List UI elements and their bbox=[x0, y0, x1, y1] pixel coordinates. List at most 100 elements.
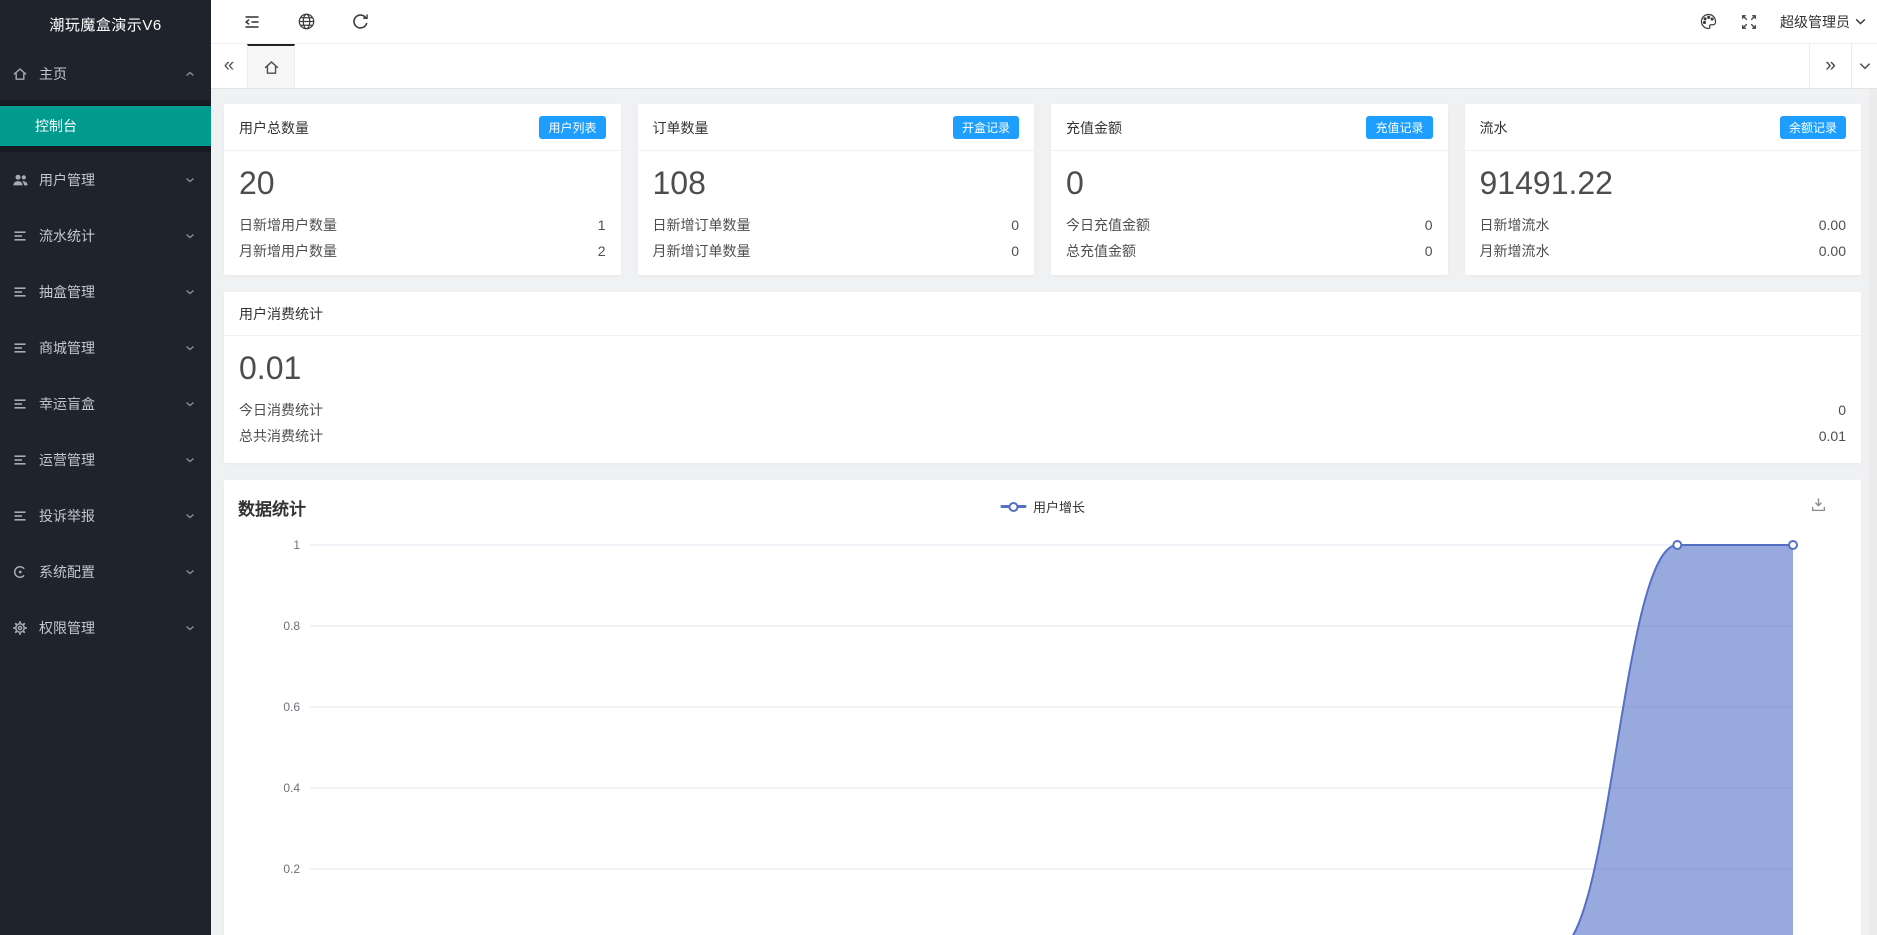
chevron-down-icon bbox=[184, 510, 196, 522]
stat-label: 日新增流水 bbox=[1480, 212, 1550, 238]
chevron-down-icon bbox=[184, 454, 196, 466]
stat-label: 日新增订单数量 bbox=[653, 212, 751, 238]
sidebar-item-permissions[interactable]: 权限管理 bbox=[0, 600, 211, 656]
chevron-down-icon bbox=[184, 230, 196, 242]
chevron-down-icon bbox=[184, 566, 196, 578]
chevron-down-icon bbox=[184, 398, 196, 410]
card-value: 20 bbox=[239, 165, 606, 202]
card-value: 0 bbox=[1066, 165, 1433, 202]
stat-value: 2 bbox=[598, 238, 606, 264]
stat-label: 月新增订单数量 bbox=[653, 238, 751, 264]
card-value: 108 bbox=[653, 165, 1020, 202]
sidebar-item-label: 用户管理 bbox=[39, 170, 184, 190]
sidebar-item-lucky-box[interactable]: 幸运盲盒 bbox=[0, 376, 211, 432]
stat-card-users: 用户总数量 用户列表 20 日新增用户数量 1 月新增用户数量 2 bbox=[224, 104, 621, 275]
home-icon bbox=[263, 59, 280, 76]
tab-home[interactable] bbox=[247, 44, 295, 88]
stat-value: 0 bbox=[1425, 212, 1433, 238]
tab-controls: » bbox=[1809, 44, 1877, 88]
stat-value: 0.01 bbox=[1819, 423, 1846, 449]
stat-cards-row: 用户总数量 用户列表 20 日新增用户数量 1 月新增用户数量 2 订单数量 开… bbox=[224, 104, 1861, 275]
download-icon[interactable] bbox=[1810, 496, 1827, 513]
stat-card-orders: 订单数量 开盒记录 108 日新增订单数量 0 月新增订单数量 0 bbox=[638, 104, 1035, 275]
stat-row: 日新增订单数量 0 bbox=[653, 212, 1020, 238]
sidebar-item-operations[interactable]: 运营管理 bbox=[0, 432, 211, 488]
chevron-down-icon bbox=[184, 342, 196, 354]
stat-value: 0 bbox=[1011, 238, 1019, 264]
sidebar-item-flow-stats[interactable]: 流水统计 bbox=[0, 208, 211, 264]
stat-row: 月新增用户数量 2 bbox=[239, 238, 606, 264]
double-left-icon[interactable]: « bbox=[211, 44, 247, 88]
stat-label: 总共消费统计 bbox=[239, 423, 323, 449]
stat-card-flow: 流水 余额记录 91491.22 日新增流水 0.00 月新增流水 0.00 bbox=[1465, 104, 1862, 275]
svg-text:0.4: 0.4 bbox=[283, 781, 300, 795]
chevron-down-icon bbox=[1854, 15, 1867, 28]
card-badge-link[interactable]: 开盒记录 bbox=[953, 116, 1019, 139]
globe-icon[interactable] bbox=[297, 12, 316, 31]
sidebar-item-console[interactable]: 控制台 bbox=[0, 106, 211, 146]
card-value: 0.01 bbox=[239, 350, 1846, 387]
svg-text:0.6: 0.6 bbox=[283, 700, 300, 714]
stat-row: 总共消费统计 0.01 bbox=[239, 423, 1846, 449]
sidebar-item-user-mgmt[interactable]: 用户管理 bbox=[0, 152, 211, 208]
stat-row: 月新增流水 0.00 bbox=[1480, 238, 1847, 264]
chart-title: 数据统计 bbox=[238, 495, 306, 520]
sidebar-submenu: 控制台 bbox=[0, 100, 211, 152]
card-badge-link[interactable]: 余额记录 bbox=[1780, 116, 1846, 139]
stat-value: 0 bbox=[1425, 238, 1433, 264]
sidebar-item-complaints[interactable]: 投诉举报 bbox=[0, 488, 211, 544]
sidebar-item-home[interactable]: 主页 bbox=[0, 48, 211, 100]
svg-text:1: 1 bbox=[293, 538, 300, 552]
list-icon bbox=[12, 228, 37, 244]
chevron-down-icon[interactable] bbox=[1851, 44, 1877, 88]
stat-label: 今日充值金额 bbox=[1066, 212, 1150, 238]
chevron-down-icon bbox=[184, 286, 196, 298]
sidebar-item-label: 主页 bbox=[39, 64, 184, 84]
gear-icon bbox=[12, 620, 37, 636]
svg-text:0.8: 0.8 bbox=[283, 619, 300, 633]
sidebar-item-label: 商城管理 bbox=[39, 338, 184, 358]
refresh-icon[interactable] bbox=[351, 12, 370, 31]
list-icon bbox=[12, 396, 37, 412]
svg-text:0.2: 0.2 bbox=[283, 862, 300, 876]
legend-item-user-growth[interactable]: 用户增长 bbox=[1000, 497, 1085, 516]
card-title: 订单数量 bbox=[653, 118, 709, 138]
card-badge-link[interactable]: 用户列表 bbox=[539, 116, 605, 139]
user-name: 超级管理员 bbox=[1780, 12, 1850, 32]
navbar-left bbox=[211, 12, 370, 32]
stat-row: 今日消费统计 0 bbox=[239, 397, 1846, 423]
area-chart[interactable]: 1 0.8 0.6 0.4 0.2 bbox=[224, 533, 1861, 935]
stat-label: 月新增用户数量 bbox=[239, 238, 337, 264]
stat-label: 月新增流水 bbox=[1480, 238, 1550, 264]
sidebar-item-label: 抽盒管理 bbox=[39, 282, 184, 302]
menu-fold-icon[interactable] bbox=[242, 12, 262, 32]
legend-label: 用户增长 bbox=[1033, 497, 1085, 516]
card-title: 流水 bbox=[1480, 118, 1508, 138]
stat-row: 月新增订单数量 0 bbox=[653, 238, 1020, 264]
chart-card: 数据统计 用户增长 1 0.8 0.6 0.4 0.2 bbox=[224, 480, 1861, 935]
list-icon bbox=[12, 508, 37, 524]
double-right-icon[interactable]: » bbox=[1809, 44, 1851, 88]
sidebar-item-label: 运营管理 bbox=[39, 450, 184, 470]
stat-value: 1 bbox=[598, 212, 606, 238]
card-title: 充值金额 bbox=[1066, 118, 1122, 138]
fullscreen-icon[interactable] bbox=[1740, 13, 1758, 31]
sidebar-item-label: 投诉举报 bbox=[39, 506, 184, 526]
sidebar-item-label: 系统配置 bbox=[39, 562, 184, 582]
vertical-scrollbar[interactable] bbox=[1869, 89, 1877, 935]
card-badge-link[interactable]: 充值记录 bbox=[1366, 116, 1432, 139]
card-title: 用户总数量 bbox=[239, 118, 309, 138]
line-series-marker-icon bbox=[1000, 501, 1026, 512]
sidebar-item-box-mgmt[interactable]: 抽盒管理 bbox=[0, 264, 211, 320]
sidebar-item-mall-mgmt[interactable]: 商城管理 bbox=[0, 320, 211, 376]
sidebar-item-system-config[interactable]: 系统配置 bbox=[0, 544, 211, 600]
stat-card-consumption: 用户消费统计 0.01 今日消费统计 0 总共消费统计 0.01 bbox=[224, 292, 1861, 463]
stat-value: 0 bbox=[1011, 212, 1019, 238]
stat-row: 总充值金额 0 bbox=[1066, 238, 1433, 264]
tab-bar: « » bbox=[211, 44, 1877, 89]
chevron-down-icon bbox=[184, 174, 196, 186]
stat-label: 总充值金额 bbox=[1066, 238, 1136, 264]
user-menu[interactable]: 超级管理员 bbox=[1780, 12, 1867, 32]
palette-icon[interactable] bbox=[1699, 12, 1718, 31]
home-icon bbox=[12, 66, 37, 82]
